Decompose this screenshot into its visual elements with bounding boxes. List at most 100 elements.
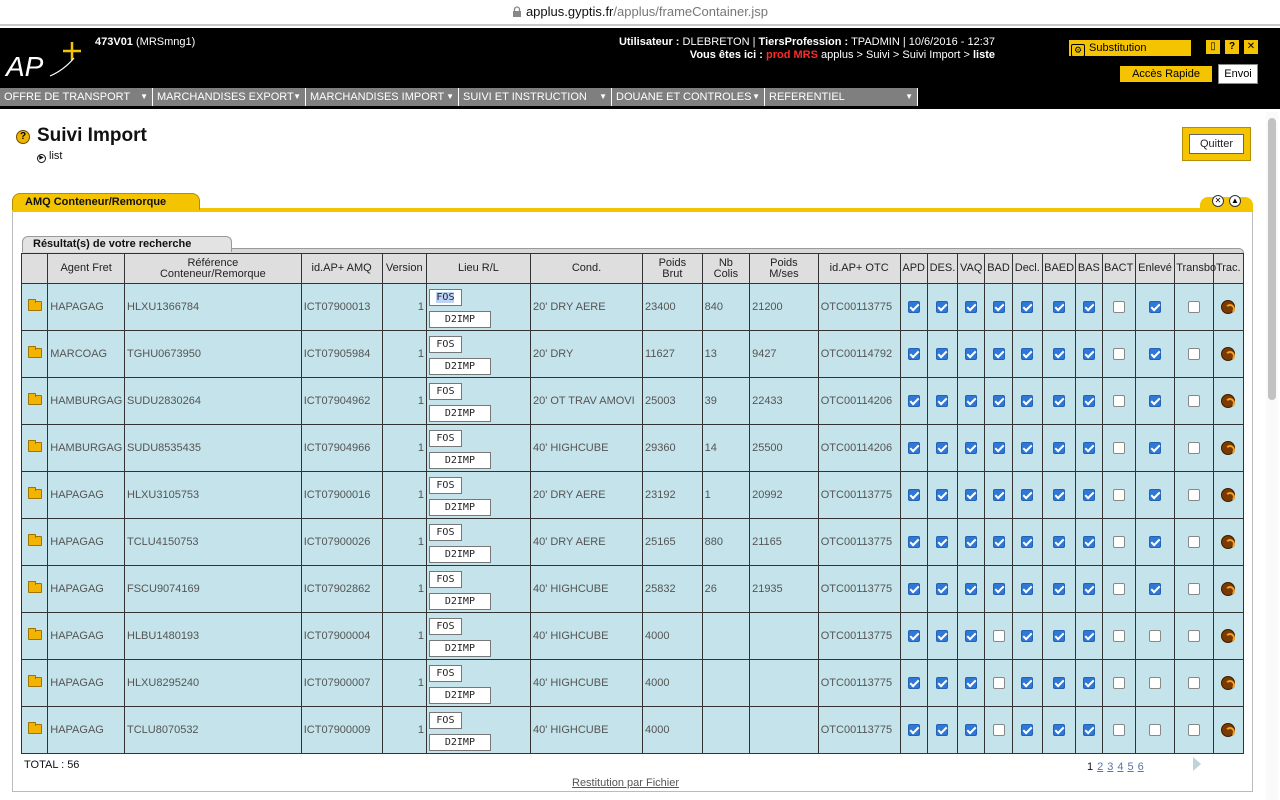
bas-checkbox[interactable]: [1082, 677, 1095, 690]
baed-checkbox[interactable]: [1053, 630, 1066, 643]
lieu-l-field[interactable]: D2IMP: [428, 545, 491, 563]
open-cell[interactable]: [20, 283, 49, 331]
bact-checkbox[interactable]: [1112, 583, 1125, 596]
decl-checkbox[interactable]: [1021, 395, 1034, 408]
page-link-4[interactable]: 4: [1117, 761, 1123, 773]
substitution-button[interactable]: ⚙ Substitution: [1069, 40, 1191, 57]
lieu-r-field[interactable]: FOS: [428, 617, 462, 635]
bas-checkbox[interactable]: [1082, 348, 1095, 361]
folder-icon[interactable]: [27, 580, 42, 593]
vaq-checkbox[interactable]: [965, 489, 978, 502]
lieu-r-field[interactable]: FOS: [428, 429, 462, 447]
lieu-r-field[interactable]: FOS: [428, 335, 462, 353]
table-row[interactable]: HAPAGAG HLXU1366784 ICT07900013 1 FOS D2IMP 20…: [20, 283, 1245, 331]
des-checkbox[interactable]: [936, 442, 949, 455]
transbo-checkbox[interactable]: [1187, 395, 1200, 408]
transbo-checkbox[interactable]: [1187, 536, 1200, 549]
open-cell[interactable]: [20, 612, 49, 660]
menu-referentiel[interactable]: REFERENTIEL ▼: [765, 88, 918, 106]
apd-checkbox[interactable]: [907, 395, 920, 408]
vaq-checkbox[interactable]: [965, 536, 978, 549]
des-checkbox[interactable]: [936, 301, 949, 314]
bad-checkbox[interactable]: [992, 583, 1005, 596]
lieu-l-field[interactable]: D2IMP: [428, 686, 491, 704]
lieu-l-field[interactable]: D2IMP: [428, 404, 491, 422]
col-header-trac[interactable]: Trac.: [1212, 253, 1245, 284]
quit-button[interactable]: Quitter: [1189, 134, 1244, 154]
decl-checkbox[interactable]: [1021, 489, 1034, 502]
rss-feed-icon[interactable]: [1221, 723, 1236, 737]
baed-checkbox[interactable]: [1053, 536, 1066, 549]
lieu-r-field[interactable]: FOS: [428, 288, 462, 306]
lieu-r-field[interactable]: FOS: [428, 711, 462, 729]
decl-checkbox[interactable]: [1021, 677, 1034, 690]
col-header-bact[interactable]: BACT: [1101, 253, 1136, 284]
bact-checkbox[interactable]: [1112, 301, 1125, 314]
lieu-l-field[interactable]: D2IMP: [428, 733, 491, 751]
menu-marchandises-export[interactable]: MARCHANDISES EXPORT ▼: [153, 88, 306, 106]
decl-checkbox[interactable]: [1021, 348, 1034, 361]
table-row[interactable]: HAPAGAG TCLU4150753 ICT07900026 1 FOS D2IMP 40…: [20, 518, 1245, 566]
lieu-l-field[interactable]: D2IMP: [428, 451, 491, 469]
lieu-r-field[interactable]: FOS: [428, 664, 462, 682]
folder-icon[interactable]: [27, 674, 42, 687]
panel-collapse-icon[interactable]: ▲: [1229, 195, 1241, 207]
table-row[interactable]: HAMBURGAG SUDU2830264 ICT07904962 1 FOS D2IMP…: [20, 377, 1245, 425]
decl-checkbox[interactable]: [1021, 301, 1034, 314]
bact-checkbox[interactable]: [1112, 677, 1125, 690]
apd-checkbox[interactable]: [907, 536, 920, 549]
apd-checkbox[interactable]: [907, 583, 920, 596]
vaq-checkbox[interactable]: [965, 301, 978, 314]
bas-checkbox[interactable]: [1082, 395, 1095, 408]
col-header-idotc[interactable]: id.AP+ OTC: [817, 253, 901, 284]
menu-marchandises-import[interactable]: MARCHANDISES IMPORT ▼: [306, 88, 459, 106]
col-header-agent[interactable]: Agent Fret: [47, 253, 125, 284]
lieu-l-field[interactable]: D2IMP: [428, 592, 491, 610]
bas-checkbox[interactable]: [1082, 442, 1095, 455]
baed-checkbox[interactable]: [1053, 489, 1066, 502]
bad-checkbox[interactable]: [992, 536, 1005, 549]
transbo-checkbox[interactable]: [1187, 442, 1200, 455]
crumb-list-link[interactable]: ▶ list: [37, 150, 62, 163]
bad-checkbox[interactable]: [992, 677, 1005, 690]
baed-checkbox[interactable]: [1053, 442, 1066, 455]
des-checkbox[interactable]: [936, 677, 949, 690]
bad-checkbox[interactable]: [992, 724, 1005, 737]
vaq-checkbox[interactable]: [965, 630, 978, 643]
enleve-checkbox[interactable]: [1149, 442, 1161, 455]
open-cell[interactable]: [20, 565, 49, 613]
rss-feed-icon[interactable]: [1221, 535, 1236, 549]
open-cell[interactable]: [20, 377, 49, 425]
open-cell[interactable]: [20, 706, 49, 754]
enleve-checkbox[interactable]: [1149, 583, 1161, 596]
col-header-baed[interactable]: BAED: [1041, 253, 1077, 284]
enleve-checkbox[interactable]: [1149, 395, 1161, 408]
baed-checkbox[interactable]: [1053, 395, 1066, 408]
rss-feed-icon[interactable]: [1221, 441, 1236, 455]
rss-feed-icon[interactable]: [1221, 629, 1236, 643]
col-header-apd[interactable]: APD: [899, 253, 928, 284]
col-header-decl[interactable]: Decl.: [1011, 253, 1043, 284]
page-link-6[interactable]: 6: [1138, 761, 1144, 773]
bad-checkbox[interactable]: [992, 489, 1005, 502]
des-checkbox[interactable]: [936, 489, 949, 502]
rss-feed-icon[interactable]: [1221, 394, 1236, 408]
bad-checkbox[interactable]: [992, 348, 1005, 361]
col-header-cond[interactable]: Cond.: [529, 253, 644, 284]
restitution-link[interactable]: Restitution par Fichier: [572, 777, 679, 789]
transbo-checkbox[interactable]: [1187, 724, 1200, 737]
page-link-5[interactable]: 5: [1128, 761, 1134, 773]
enleve-checkbox[interactable]: [1149, 301, 1161, 314]
col-header-idamq[interactable]: id.AP+ AMQ: [300, 253, 383, 284]
col-header-enleve[interactable]: Enlevé: [1134, 253, 1176, 284]
transbo-checkbox[interactable]: [1187, 583, 1200, 596]
lieu-l-field[interactable]: D2IMP: [428, 310, 491, 328]
open-cell[interactable]: [20, 471, 49, 519]
decl-checkbox[interactable]: [1021, 442, 1034, 455]
bact-checkbox[interactable]: [1112, 536, 1125, 549]
close-icon[interactable]: ✕: [1244, 40, 1258, 54]
transbo-checkbox[interactable]: [1187, 489, 1200, 502]
open-cell[interactable]: [20, 518, 49, 566]
folder-icon[interactable]: [27, 392, 42, 405]
vertical-scrollbar[interactable]: [1266, 112, 1278, 800]
